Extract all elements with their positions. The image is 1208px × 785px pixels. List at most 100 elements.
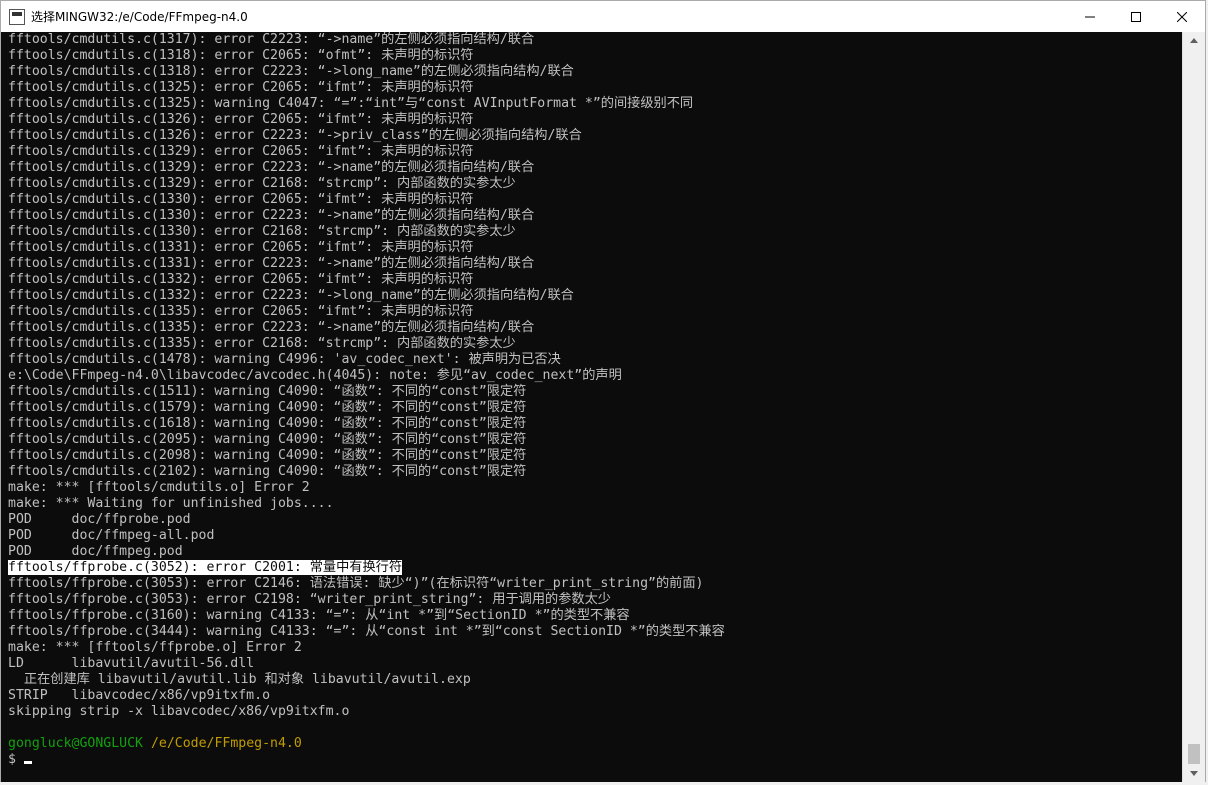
terminal-line-text: fftools/cmdutils.c(2098): warning C4090:… [8, 448, 527, 463]
terminal-line: fftools/cmdutils.c(2098): warning C4090:… [8, 448, 725, 464]
prompt-line: gongluck@GONGLUCK /e/Code/FFmpeg-n4.0 [8, 736, 725, 752]
terminal-line: fftools/cmdutils.c(1332): error C2223: “… [8, 288, 725, 304]
terminal-line: fftools/ffprobe.c(3053): error C2146: 语法… [8, 576, 725, 592]
prompt-user: gongluck@GONGLUCK [8, 736, 143, 751]
scroll-up-button[interactable] [1183, 32, 1205, 49]
scrollbar-thumb[interactable] [1188, 744, 1200, 764]
terminal-line: fftools/cmdutils.c(1579): warning C4090:… [8, 400, 725, 416]
close-button[interactable] [1159, 1, 1205, 32]
terminal-line-text: fftools/cmdutils.c(1325): error C2065: “… [8, 80, 474, 95]
output-lines: fftools/cmdutils.c(1317): error C2223: “… [8, 32, 725, 768]
maximize-button[interactable] [1113, 1, 1159, 32]
terminal-line-text: fftools/cmdutils.c(1326): error C2223: “… [8, 128, 582, 143]
terminal-line: skipping strip -x libavcodec/x86/vp9itxf… [8, 704, 725, 720]
terminal-line-text: POD doc/ffmpeg.pod [8, 544, 183, 559]
terminal-line-text: fftools/cmdutils.c(1330): error C2223: “… [8, 208, 535, 223]
terminal-line: fftools/cmdutils.c(1330): error C2065: “… [8, 192, 725, 208]
terminal-line: fftools/cmdutils.c(1331): error C2065: “… [8, 240, 725, 256]
terminal-line: POD doc/ffmpeg.pod [8, 544, 725, 560]
terminal-line: fftools/cmdutils.c(1329): error C2168: “… [8, 176, 725, 192]
terminal-line-text: fftools/ffprobe.c(3053): error C2198: “w… [8, 592, 611, 607]
prompt-path: /e/Code/FFmpeg-n4.0 [150, 736, 302, 751]
terminal-line: 正在创建库 libavutil/avutil.lib 和对象 libavutil… [8, 672, 725, 688]
terminal-line: make: *** [fftools/cmdutils.o] Error 2 [8, 480, 725, 496]
terminal-line-text: make: *** Waiting for unfinished jobs...… [8, 496, 334, 511]
terminal-line-text: fftools/cmdutils.c(1318): error C2065: “… [8, 48, 474, 63]
terminal-line: fftools/cmdutils.c(1318): error C2065: “… [8, 48, 725, 64]
terminal-line-text: fftools/cmdutils.c(1330): error C2065: “… [8, 192, 474, 207]
terminal-line: fftools/ffprobe.c(3444): warning C4133: … [8, 624, 725, 640]
terminal-line: fftools/cmdutils.c(1325): error C2065: “… [8, 80, 725, 96]
terminal-line-text: 正在创建库 libavutil/avutil.lib 和对象 libavutil… [8, 672, 471, 687]
terminal-line: fftools/cmdutils.c(2102): warning C4090:… [8, 464, 725, 480]
terminal-line: fftools/cmdutils.c(1335): error C2065: “… [8, 304, 725, 320]
window-title: 选择MINGW32:/e/Code/FFmpeg-n4.0 [31, 10, 248, 24]
terminal-line-text: fftools/cmdutils.c(1335): error C2065: “… [8, 304, 474, 319]
vertical-scrollbar[interactable] [1182, 32, 1205, 782]
terminal-line-text: make: *** [fftools/cmdutils.o] Error 2 [8, 480, 310, 495]
terminal-line: STRIP libavcodec/x86/vp9itxfm.o [8, 688, 725, 704]
terminal-line: fftools/ffprobe.c(3053): error C2198: “w… [8, 592, 725, 608]
terminal-app-icon[interactable] [9, 8, 25, 25]
text-cursor [23, 761, 32, 764]
terminal-line-text: fftools/cmdutils.c(1325): warning C4047:… [8, 96, 694, 111]
terminal-line-text: fftools/cmdutils.c(1326): error C2065: “… [8, 112, 474, 127]
terminal-line-text: fftools/cmdutils.c(2102): warning C4090:… [8, 464, 527, 479]
terminal-line: POD doc/ffmpeg-all.pod [8, 528, 725, 544]
chevron-down-icon [1190, 771, 1198, 776]
minimize-icon [1085, 16, 1095, 17]
terminal-line-text: fftools/ffprobe.c(3052): error C2001: 常量… [8, 560, 403, 575]
title-bar[interactable]: 选择MINGW32:/e/Code/FFmpeg-n4.0 [1, 1, 1205, 32]
terminal-line: fftools/cmdutils.c(1329): error C2223: “… [8, 160, 725, 176]
terminal-line: fftools/cmdutils.c(1318): error C2223: “… [8, 64, 725, 80]
terminal-line: fftools/cmdutils.c(1332): error C2065: “… [8, 272, 725, 288]
terminal-line-text: fftools/cmdutils.c(1332): error C2223: “… [8, 288, 574, 303]
terminal-line-text: fftools/ffprobe.c(3444): warning C4133: … [8, 624, 725, 639]
terminal-line-text: STRIP libavcodec/x86/vp9itxfm.o [8, 688, 271, 703]
terminal-line: make: *** [fftools/ffprobe.o] Error 2 [8, 640, 725, 656]
terminal-line-text: fftools/cmdutils.c(1335): error C2223: “… [8, 320, 535, 335]
terminal-window: 选择MINGW32:/e/Code/FFmpeg-n4.0 fftools/cm… [0, 0, 1206, 782]
terminal-line: fftools/cmdutils.c(1330): error C2223: “… [8, 208, 725, 224]
terminal-line: fftools/ffprobe.c(3052): error C2001: 常量… [8, 560, 725, 576]
terminal-line-text: fftools/cmdutils.c(1317): error C2223: “… [8, 32, 535, 47]
terminal-line-text: fftools/cmdutils.c(2095): warning C4090:… [8, 432, 527, 447]
terminal-line-text: LD libavutil/avutil-56.dll [8, 656, 255, 671]
command-input-line[interactable]: $ [8, 752, 725, 768]
terminal-line-text: fftools/ffprobe.c(3160): warning C4133: … [8, 608, 630, 623]
terminal-line: fftools/cmdutils.c(1511): warning C4090:… [8, 384, 725, 400]
terminal-line: fftools/cmdutils.c(1330): error C2168: “… [8, 224, 725, 240]
terminal-line-text: fftools/cmdutils.c(1478): warning C4996:… [8, 352, 561, 367]
terminal-line-text: POD doc/ffprobe.pod [8, 512, 191, 527]
terminal-line: fftools/cmdutils.c(1331): error C2223: “… [8, 256, 725, 272]
terminal-line-text: fftools/cmdutils.c(1331): error C2223: “… [8, 256, 535, 271]
terminal-line-text: fftools/cmdutils.c(1330): error C2168: “… [8, 224, 516, 239]
terminal-line: fftools/cmdutils.c(1478): warning C4996:… [8, 352, 725, 368]
terminal-line-text: POD doc/ffmpeg-all.pod [8, 528, 215, 543]
terminal-line-text: fftools/cmdutils.c(1335): error C2168: “… [8, 336, 516, 351]
terminal-line: fftools/cmdutils.c(1335): error C2223: “… [8, 320, 725, 336]
terminal-line: LD libavutil/avutil-56.dll [8, 656, 725, 672]
terminal-line: fftools/cmdutils.c(1326): error C2065: “… [8, 112, 725, 128]
terminal-line-text: fftools/cmdutils.c(1511): warning C4090:… [8, 384, 527, 399]
terminal-line: fftools/cmdutils.c(1325): warning C4047:… [8, 96, 725, 112]
terminal-line-text: e:\Code\FFmpeg-n4.0\libavcodec/avcodec.h… [8, 368, 622, 383]
terminal-line-text: fftools/cmdutils.c(1331): error C2065: “… [8, 240, 474, 255]
terminal-line-text: fftools/cmdutils.c(1318): error C2223: “… [8, 64, 574, 79]
window-controls [1067, 1, 1205, 32]
terminal-line: fftools/cmdutils.c(1317): error C2223: “… [8, 32, 725, 48]
minimize-button[interactable] [1067, 1, 1113, 32]
terminal-line-text: make: *** [fftools/ffprobe.o] Error 2 [8, 640, 302, 655]
terminal-line: fftools/ffprobe.c(3160): warning C4133: … [8, 608, 725, 624]
terminal-line: e:\Code\FFmpeg-n4.0\libavcodec/avcodec.h… [8, 368, 725, 384]
terminal-line-text: fftools/cmdutils.c(1329): error C2065: “… [8, 144, 474, 159]
scroll-down-button[interactable] [1183, 765, 1205, 782]
prompt-symbol: $ [8, 752, 16, 767]
close-icon [1177, 11, 1187, 22]
terminal-line-text: fftools/cmdutils.c(1579): warning C4090:… [8, 400, 527, 415]
terminal-line-text: fftools/cmdutils.c(1618): warning C4090:… [8, 416, 527, 431]
chevron-up-icon [1190, 38, 1198, 43]
terminal-line-text: fftools/cmdutils.c(1329): error C2168: “… [8, 176, 516, 191]
terminal-output[interactable]: fftools/cmdutils.c(1317): error C2223: “… [1, 32, 1184, 782]
